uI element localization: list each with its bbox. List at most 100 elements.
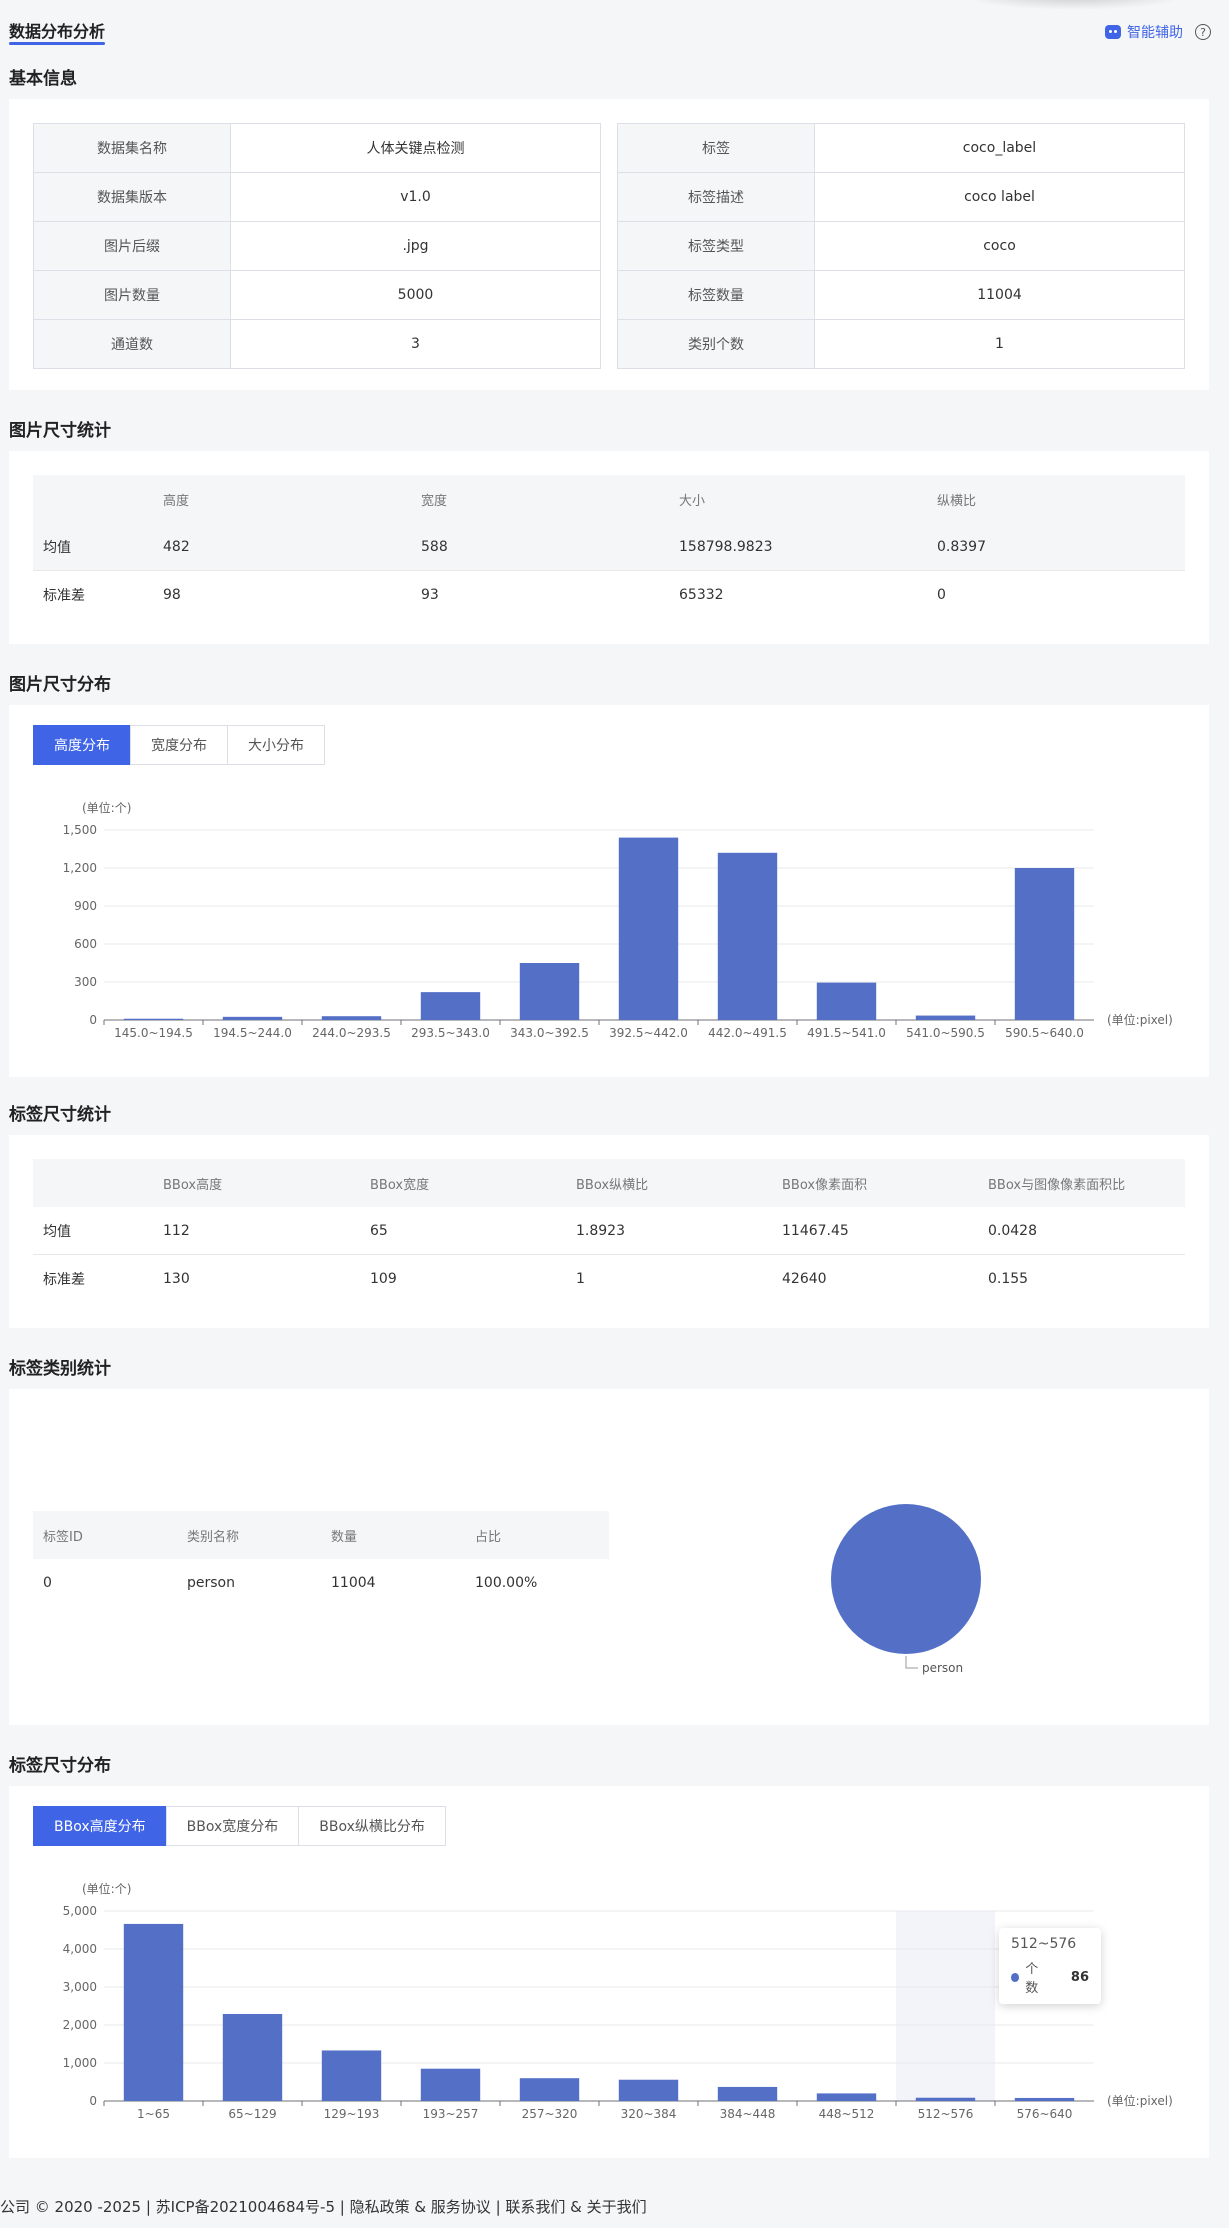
top-shadow	[959, 0, 1189, 10]
cell: 109	[370, 1271, 397, 1287]
tab-bbox-aspect-dist[interactable]: BBox纵横比分布	[298, 1806, 446, 1846]
image-size-stats-table: 高度 宽度 大小 纵横比 均值 482 588 158798.9823 0.83…	[33, 475, 1185, 619]
bar	[123, 1018, 184, 1020]
x-tick-label: 65~129	[228, 2107, 276, 2121]
tab-size-dist[interactable]: 大小分布	[227, 725, 325, 765]
cell: 98	[163, 587, 181, 603]
header-cell: 占比	[475, 1529, 502, 1545]
cell: 0.8397	[937, 538, 986, 555]
table-row: 标签类型 coco	[617, 221, 1185, 271]
tooltip-value: 86	[1070, 1969, 1089, 1985]
bar	[321, 2050, 382, 2101]
info-value: .jpg	[230, 221, 601, 271]
info-key: 标签描述	[617, 172, 815, 222]
cell: 158798.9823	[679, 538, 773, 555]
label-class-pie-chart: person	[831, 1504, 981, 1675]
footer-links[interactable]: 公司 © 2020 -2025 | 苏ICP备2021004684号-5 | 隐…	[0, 2196, 647, 2217]
bar	[816, 2093, 877, 2101]
y-tick-label: 600	[74, 937, 97, 951]
row-label: 均值	[43, 539, 71, 556]
bar	[123, 1923, 184, 2101]
x-tick-label: 491.5~541.0	[807, 1026, 886, 1040]
image-height-bar-chart: (单位:个) (单位:pixel) 0 300 600 900 1,200 1,500 145.…	[63, 800, 1173, 1040]
cell: 1.8923	[576, 1222, 625, 1239]
tab-width-dist[interactable]: 宽度分布	[130, 725, 228, 765]
x-tick-label: 512~576	[918, 2107, 974, 2121]
x-tick-label: 448~512	[819, 2107, 875, 2121]
section-title-image-size-dist: 图片尺寸分布	[9, 675, 111, 695]
table-row: 标签 coco_label	[617, 123, 1185, 173]
x-tick-label: 442.0~491.5	[708, 1026, 787, 1040]
header-cell: 纵横比	[937, 493, 977, 509]
assist-button[interactable]: 智能辅助 ?	[1105, 22, 1211, 42]
pie-label: person	[922, 1661, 963, 1675]
label-class-stats-card: 标签ID 类别名称 数量 占比 0 person 11004 100.00% p…	[9, 1389, 1209, 1725]
header-cell: BBox纵横比	[576, 1177, 649, 1193]
row-label: 均值	[43, 1223, 71, 1240]
row-label: 标准差	[43, 588, 85, 604]
info-value: 1	[814, 319, 1185, 369]
basic-info-table-right: 标签 coco_label 标签描述 coco label 标签类型 coco 标签数量 11…	[617, 123, 1185, 369]
table-row: 标准差 98 93 65332 0	[33, 571, 1185, 619]
series-dot-icon	[1011, 1972, 1020, 1982]
bar	[618, 837, 679, 1020]
page-title[interactable]: 数据分布分析	[9, 18, 105, 42]
table-row: 图片后缀 .jpg	[33, 221, 601, 271]
info-value: 人体关键点检测	[230, 123, 601, 173]
section-title-basic-info: 基本信息	[9, 69, 77, 89]
label-size-dist-card: BBox高度分布 BBox宽度分布 BBox纵横比分布 (单位:个) (单位:pi…	[9, 1786, 1209, 2158]
header-cell: BBox像素面积	[782, 1177, 868, 1193]
cell: 0	[43, 1575, 52, 1591]
header-cell: BBox宽度	[370, 1177, 430, 1193]
bar	[222, 2013, 283, 2101]
y-tick-label: 0	[89, 1013, 97, 1027]
y-unit-label: (单位:个)	[82, 1881, 131, 1896]
header-cell: 大小	[679, 493, 706, 509]
image-size-tabs: 高度分布 宽度分布 大小分布	[33, 725, 325, 765]
y-tick-label: 900	[74, 899, 97, 913]
chart-tooltip: 512~576 个数 86	[999, 1928, 1101, 2004]
x-tick-label: 392.5~442.0	[609, 1026, 688, 1040]
tab-bbox-width-dist[interactable]: BBox宽度分布	[165, 1806, 300, 1846]
bar	[717, 852, 778, 1020]
table-row: 数据集版本 v1.0	[33, 172, 601, 222]
hover-highlight	[896, 1911, 995, 2101]
cell: 65332	[679, 587, 724, 603]
header-cell: 标签ID	[43, 1529, 83, 1545]
bar	[222, 1016, 283, 1020]
bar	[618, 2079, 679, 2101]
y-unit-label: (单位:个)	[82, 800, 131, 815]
cell: 588	[421, 538, 448, 555]
x-tick-label: 257~320	[522, 2107, 578, 2121]
cell: 0.155	[988, 1271, 1029, 1287]
bar	[1014, 868, 1075, 1020]
x-tick-label: 320~384	[621, 2107, 677, 2121]
cell: 0.0428	[988, 1222, 1037, 1239]
tab-bbox-height-dist[interactable]: BBox高度分布	[33, 1806, 167, 1846]
row-label: 标准差	[43, 1272, 85, 1288]
header-cell: BBox高度	[163, 1177, 223, 1193]
y-tick-label: 4,000	[63, 1942, 97, 1956]
info-value: 5000	[230, 270, 601, 320]
bar	[321, 1016, 382, 1020]
y-tick-label: 2,000	[63, 2018, 97, 2032]
robot-icon	[1105, 25, 1121, 39]
cell: person	[187, 1575, 235, 1591]
top-bar: 数据分布分析 智能辅助 ?	[0, 0, 1229, 56]
table-row: 均值 482 588 158798.9823 0.8397	[33, 523, 1185, 571]
bar	[915, 1015, 976, 1020]
x-tick-label: 343.0~392.5	[510, 1026, 589, 1040]
info-value: coco label	[814, 172, 1185, 222]
tab-height-dist[interactable]: 高度分布	[33, 725, 131, 765]
info-key: 标签类型	[617, 221, 815, 271]
help-icon[interactable]: ?	[1195, 24, 1211, 40]
info-key: 标签数量	[617, 270, 815, 320]
cell: 130	[163, 1271, 190, 1287]
image-size-stats-card: 高度 宽度 大小 纵横比 均值 482 588 158798.9823 0.83…	[9, 451, 1209, 644]
table-header: 标签ID 类别名称 数量 占比	[33, 1511, 609, 1559]
cell: 0	[937, 587, 946, 603]
bar	[519, 2078, 580, 2101]
table-row: 0 person 11004 100.00%	[33, 1559, 609, 1607]
table-row: 均值 112 65 1.8923 11467.45 0.0428	[33, 1207, 1185, 1255]
y-tick-label: 3,000	[63, 1980, 97, 1994]
